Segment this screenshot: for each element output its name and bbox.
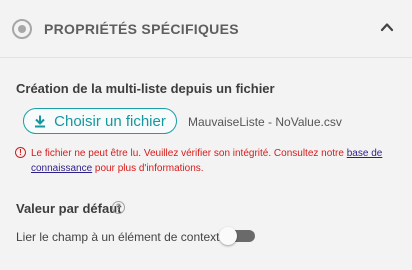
error-text-before: Le fichier ne peut être lu. Veuillez vér…: [31, 148, 347, 159]
download-icon: [35, 115, 46, 127]
choose-file-button-label: Choisir un fichier: [54, 112, 166, 130]
specific-properties-panel: PROPRIÉTÉS SPÉCIFIQUES Création de la mu…: [0, 0, 412, 270]
context-link-toggle[interactable]: [219, 227, 256, 245]
panel-title: PROPRIÉTÉS SPÉCIFIQUES: [44, 21, 239, 37]
panel-header[interactable]: PROPRIÉTÉS SPÉCIFIQUES: [0, 0, 412, 58]
error-message: Le fichier ne peut être lu. Veuillez vér…: [31, 146, 391, 176]
default-value-label: Valeur par défaut: [16, 201, 122, 216]
error-text-after: pour plus d'informations.: [92, 163, 204, 174]
help-icon[interactable]: ?: [112, 201, 125, 214]
selected-file-name: MauvaiseListe - NoValue.csv: [188, 115, 342, 129]
context-link-toggle-label: Lier le champ à un élément de contexte: [16, 230, 227, 244]
multilist-section-label: Création de la multi-liste depuis un fic…: [16, 81, 275, 96]
chevron-up-icon[interactable]: [379, 19, 395, 35]
error-icon: !: [15, 147, 26, 158]
toggle-knob: [219, 227, 237, 245]
choose-file-button[interactable]: Choisir un fichier: [23, 108, 177, 134]
radio-target-icon: [12, 19, 32, 39]
